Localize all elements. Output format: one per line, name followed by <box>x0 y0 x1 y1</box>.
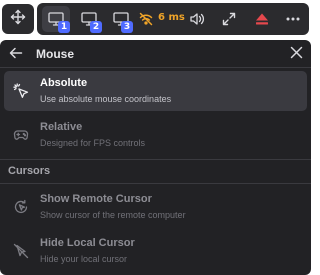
divider <box>0 159 311 160</box>
option-title: Relative <box>40 121 83 133</box>
section-label-cursors: Cursors <box>8 165 51 177</box>
no-signal-icon <box>138 11 154 27</box>
back-arrow-icon[interactable] <box>9 46 23 65</box>
latency-readout: 6 ms <box>158 12 185 23</box>
panel-title: Mouse <box>36 47 75 61</box>
cursor-hidden-icon <box>13 243 29 264</box>
volume-button[interactable] <box>185 3 209 35</box>
eject-icon <box>255 12 269 26</box>
hide-local-cursor-option[interactable]: Hide Local Cursor Hide your local cursor <box>4 231 307 271</box>
cursor-refresh-icon <box>13 199 29 220</box>
show-remote-cursor-option[interactable]: Show Remote Cursor Show cursor of the re… <box>4 187 307 227</box>
option-description: Hide your local cursor <box>40 254 128 264</box>
option-description: Designed for FPS controls <box>40 138 146 148</box>
monitor-badge: 2 <box>90 21 102 33</box>
monitor-badge: 1 <box>58 21 70 33</box>
fullscreen-button[interactable] <box>217 3 241 35</box>
divider <box>0 183 311 184</box>
close-icon[interactable] <box>290 46 303 64</box>
move-arrows-icon <box>10 9 26 30</box>
panel-header: Mouse <box>0 40 311 68</box>
option-title: Absolute <box>40 77 88 89</box>
move-toolbar-button[interactable] <box>2 4 34 34</box>
mouse-settings-panel: Mouse Absolute Use absolute mouse coordi… <box>0 40 311 275</box>
remote-desktop-screen: 1 2 3 6 ms Mouse Absolute Use absolute m… <box>0 0 311 275</box>
option-description: Show cursor of the remote computer <box>40 210 186 220</box>
cursor-click-icon <box>13 83 29 104</box>
divider <box>0 67 311 68</box>
mouse-mode-relative[interactable]: Relative Designed for FPS controls <box>4 115 307 155</box>
mouse-mode-absolute[interactable]: Absolute Use absolute mouse coordinates <box>4 71 307 111</box>
disconnect-button[interactable] <box>249 3 275 35</box>
expand-diagonal-icon <box>222 12 236 26</box>
more-options-button[interactable] <box>281 3 305 35</box>
monitor-1-button[interactable]: 1 <box>42 3 70 35</box>
more-dots-icon <box>286 17 300 21</box>
monitor-2-button[interactable]: 2 <box>75 3 103 35</box>
monitor-3-button[interactable]: 3 <box>107 3 135 35</box>
option-title: Show Remote Cursor <box>40 193 152 205</box>
option-description: Use absolute mouse coordinates <box>40 94 172 104</box>
option-title: Hide Local Cursor <box>40 237 135 249</box>
monitor-badge: 3 <box>121 21 133 33</box>
gamepad-icon <box>13 127 29 148</box>
volume-icon <box>189 12 205 26</box>
connection-status-button[interactable] <box>135 3 157 35</box>
session-toolbar: 1 2 3 6 ms <box>37 3 309 35</box>
